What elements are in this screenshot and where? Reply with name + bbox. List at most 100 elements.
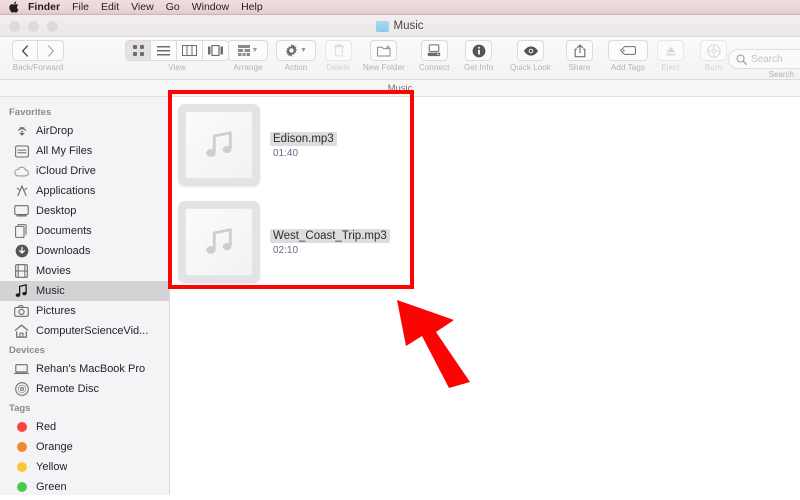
finder-window: Music Back/Forward View ▼ Arrange ▼ Acti… (0, 15, 800, 495)
tag-dot-icon (14, 440, 29, 455)
forward-button[interactable] (38, 40, 64, 61)
blue-folder-icon (376, 20, 390, 32)
icloud-icon (14, 164, 29, 179)
sidebar-item-label: Downloads (36, 245, 91, 257)
eject-button[interactable] (657, 40, 684, 61)
sidebar-item-airdrop[interactable]: AirDrop (0, 121, 169, 141)
get-info-button[interactable] (465, 40, 493, 61)
sidebar-item-label: Orange (36, 441, 73, 453)
menu-item-file[interactable]: File (66, 0, 95, 15)
quick-look-label: Quick Look (510, 63, 552, 72)
documents-icon (14, 224, 29, 239)
file-duration: 02:10 (273, 244, 299, 256)
new-folder-group: New Folder (363, 40, 405, 72)
sidebar-item-documents[interactable]: Documents (0, 221, 169, 241)
file-meta: Edison.mp3 01:40 (270, 131, 337, 159)
sidebar-item-label: Green (36, 481, 67, 493)
icon-view-button[interactable] (125, 40, 151, 61)
sidebar-item-tag-green[interactable]: Green (0, 477, 169, 495)
sidebar-item-icloud-drive[interactable]: iCloud Drive (0, 161, 169, 181)
sidebar-item-desktop[interactable]: Desktop (0, 201, 169, 221)
sidebar-header-favorites: Favorites (9, 107, 52, 118)
sidebar-item-label: iCloud Drive (36, 165, 96, 177)
file-duration: 01:40 (273, 147, 299, 159)
list-view-button[interactable] (151, 40, 177, 61)
new-folder-label: New Folder (363, 63, 405, 72)
sidebar-item-tag-orange[interactable]: Orange (0, 437, 169, 457)
search-icon (736, 54, 747, 65)
music-file-icon (178, 104, 260, 186)
sidebar-item-label: Music (36, 285, 65, 297)
list-item[interactable]: Edison.mp3 01:40 (178, 104, 337, 186)
sidebar-item-label: Pictures (36, 305, 76, 317)
sidebar-item-downloads[interactable]: Downloads (0, 241, 169, 261)
apple-logo-icon[interactable] (8, 1, 19, 14)
chevron-down-icon: ▼ (251, 47, 259, 54)
burn-button[interactable] (700, 40, 727, 61)
share-group: Share (566, 40, 593, 72)
sidebar-item-label: Desktop (36, 205, 77, 217)
new-folder-button[interactable] (370, 40, 398, 61)
arrange-group: ▼ Arrange (228, 40, 268, 72)
pointer-arrow-annotation (397, 300, 470, 388)
back-button[interactable] (12, 40, 38, 61)
menu-item-window[interactable]: Window (186, 0, 235, 15)
sidebar-header-tags: Tags (9, 403, 31, 414)
delete-button[interactable] (325, 40, 352, 61)
disc-icon (14, 382, 29, 397)
nav-buttons-label: Back/Forward (12, 63, 64, 72)
laptop-icon (14, 362, 29, 377)
sidebar-item-computersciencevid[interactable]: ComputerScienceVid... (0, 321, 169, 341)
eject-group: Eject (657, 40, 684, 72)
sidebar-item-label: All My Files (36, 145, 93, 157)
sidebar-item-movies[interactable]: Movies (0, 261, 169, 281)
sidebar-item-remote-disc[interactable]: Remote Disc (0, 379, 169, 399)
connect-button[interactable] (420, 40, 448, 61)
music-note-icon (14, 284, 29, 299)
home-icon (14, 324, 29, 339)
tag-dot-icon (14, 480, 29, 495)
tag-dot-icon (14, 460, 29, 475)
search-label: Search (768, 70, 794, 79)
sidebar-item-label: ComputerScienceVid... (36, 325, 149, 337)
menu-item-view[interactable]: View (125, 0, 160, 15)
menu-item-finder[interactable]: Finder (22, 0, 66, 15)
share-button[interactable] (566, 40, 593, 61)
sidebar-item-label: Applications (36, 185, 96, 197)
eject-label: Eject (661, 63, 680, 72)
menu-item-edit[interactable]: Edit (95, 0, 125, 15)
sidebar-item-applications[interactable]: Applications (0, 181, 169, 201)
sidebar-item-music[interactable]: Music (0, 281, 169, 301)
list-item[interactable]: West_Coast_Trip.mp3 02:10 (178, 201, 390, 283)
delete-group: Delete (325, 40, 352, 72)
sidebar[interactable]: Favorites AirDrop All My Files iCloud Dr… (0, 97, 170, 495)
music-file-icon (178, 201, 260, 283)
window-title: Music (0, 15, 800, 37)
window-titlebar: Music (0, 15, 800, 37)
sidebar-item-tag-red[interactable]: Red (0, 417, 169, 437)
downloads-icon (14, 244, 29, 259)
add-tags-button[interactable] (608, 40, 648, 61)
arrange-label: Arrange (233, 63, 263, 72)
search-input[interactable]: Search (728, 49, 800, 69)
action-button[interactable]: ▼ (276, 40, 316, 61)
search-placeholder: Search (751, 53, 783, 65)
sidebar-item-tag-yellow[interactable]: Yellow (0, 457, 169, 477)
all-my-files-icon (14, 144, 29, 159)
menu-item-help[interactable]: Help (235, 0, 269, 15)
cover-flow-view-button[interactable] (203, 40, 229, 61)
arrange-button[interactable]: ▼ (228, 40, 268, 61)
quick-look-button[interactable] (517, 40, 545, 61)
sidebar-item-label: Rehan's MacBook Pro (36, 363, 146, 375)
tag-dot-icon (14, 420, 29, 435)
sidebar-item-macbook-pro[interactable]: Rehan's MacBook Pro (0, 359, 169, 379)
movies-icon (14, 264, 29, 279)
path-bar-text: Music (387, 82, 413, 94)
path-bar: Music (0, 80, 800, 97)
menu-item-go[interactable]: Go (160, 0, 186, 15)
sidebar-item-pictures[interactable]: Pictures (0, 301, 169, 321)
sidebar-header-devices: Devices (9, 345, 45, 356)
column-view-button[interactable] (177, 40, 203, 61)
action-label: Action (284, 63, 308, 72)
sidebar-item-all-my-files[interactable]: All My Files (0, 141, 169, 161)
